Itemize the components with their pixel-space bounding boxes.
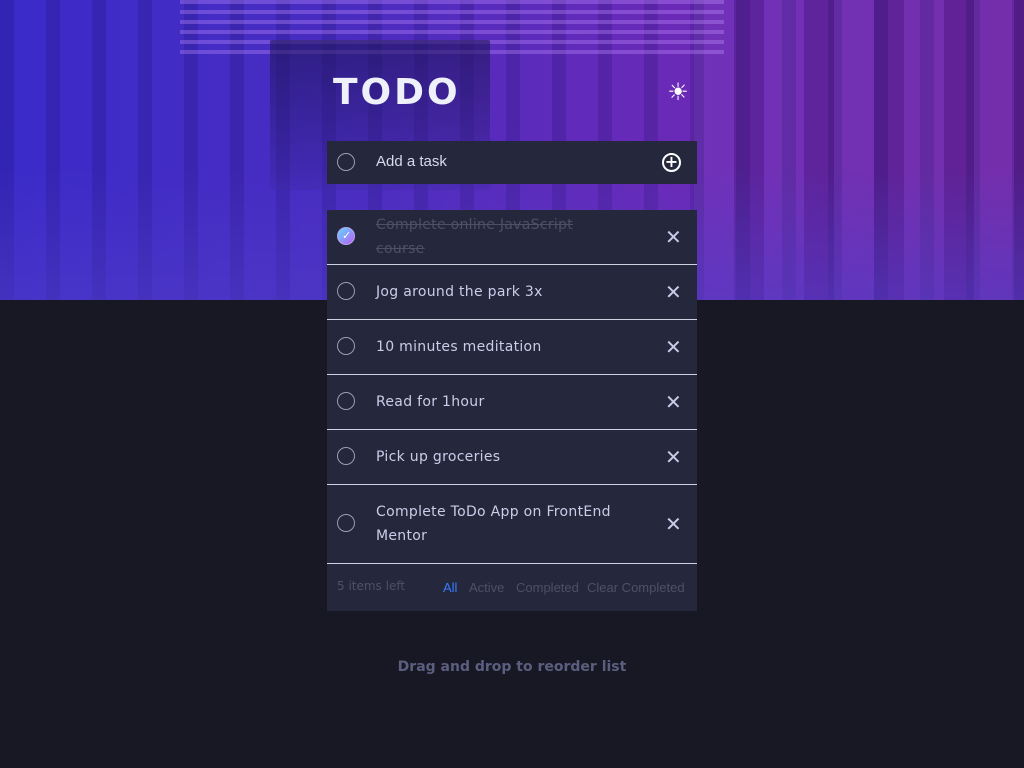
todo-item-text: Read for 1hour [376,394,485,410]
todo-item-text: Complete ToDo App on FrontEnd Mentor [376,504,611,544]
new-task-placeholder[interactable]: Add a task [376,153,447,170]
delete-icon[interactable]: ✕ [665,390,682,414]
plus-circle-icon[interactable]: + [662,153,681,172]
checkbox-icon[interactable] [337,282,355,300]
todo-list: ✓ Complete online JavaScript course ✕ Jo… [327,210,697,611]
new-task-input[interactable]: Add a task + [327,141,697,184]
todo-item[interactable]: 10 minutes meditation ✕ [327,320,697,375]
delete-icon[interactable]: ✕ [665,225,682,249]
filter-completed[interactable]: Completed [516,580,579,595]
checkbox-icon[interactable] [337,447,355,465]
checkbox-checked-icon[interactable]: ✓ [337,227,355,245]
items-left-count: 5 items left [337,579,406,593]
checkbox-icon[interactable] [337,337,355,355]
filter-all[interactable]: All [443,580,457,595]
delete-icon[interactable]: ✕ [665,335,682,359]
new-task-circle-icon [337,153,355,171]
check-icon: ✓ [342,229,352,242]
app-title: TODO [333,72,461,113]
list-footer: 5 items left All Active Completed Clear … [327,564,697,611]
todo-item[interactable]: Complete ToDo App on FrontEnd Mentor ✕ [327,485,697,564]
reorder-hint: Drag and drop to reorder list [397,659,627,675]
todo-item-text: Pick up groceries [376,449,501,465]
sun-icon[interactable]: ☀ [664,78,692,106]
todo-item-text: Jog around the park 3x [376,284,543,300]
todo-item[interactable]: Jog around the park 3x ✕ [327,265,697,320]
clear-completed-button[interactable]: Clear Completed [587,580,685,595]
todo-item[interactable]: Pick up groceries ✕ [327,430,697,485]
checkbox-icon[interactable] [337,514,355,532]
checkbox-icon[interactable] [337,392,355,410]
todo-item[interactable]: Read for 1hour ✕ [327,375,697,430]
delete-icon[interactable]: ✕ [665,445,682,469]
todo-item-text: Complete online JavaScript course [376,217,574,257]
filter-active[interactable]: Active [469,580,504,595]
delete-icon[interactable]: ✕ [665,512,682,536]
delete-icon[interactable]: ✕ [665,280,682,304]
todo-item-text: 10 minutes meditation [376,339,542,355]
todo-item[interactable]: ✓ Complete online JavaScript course ✕ [327,210,697,265]
